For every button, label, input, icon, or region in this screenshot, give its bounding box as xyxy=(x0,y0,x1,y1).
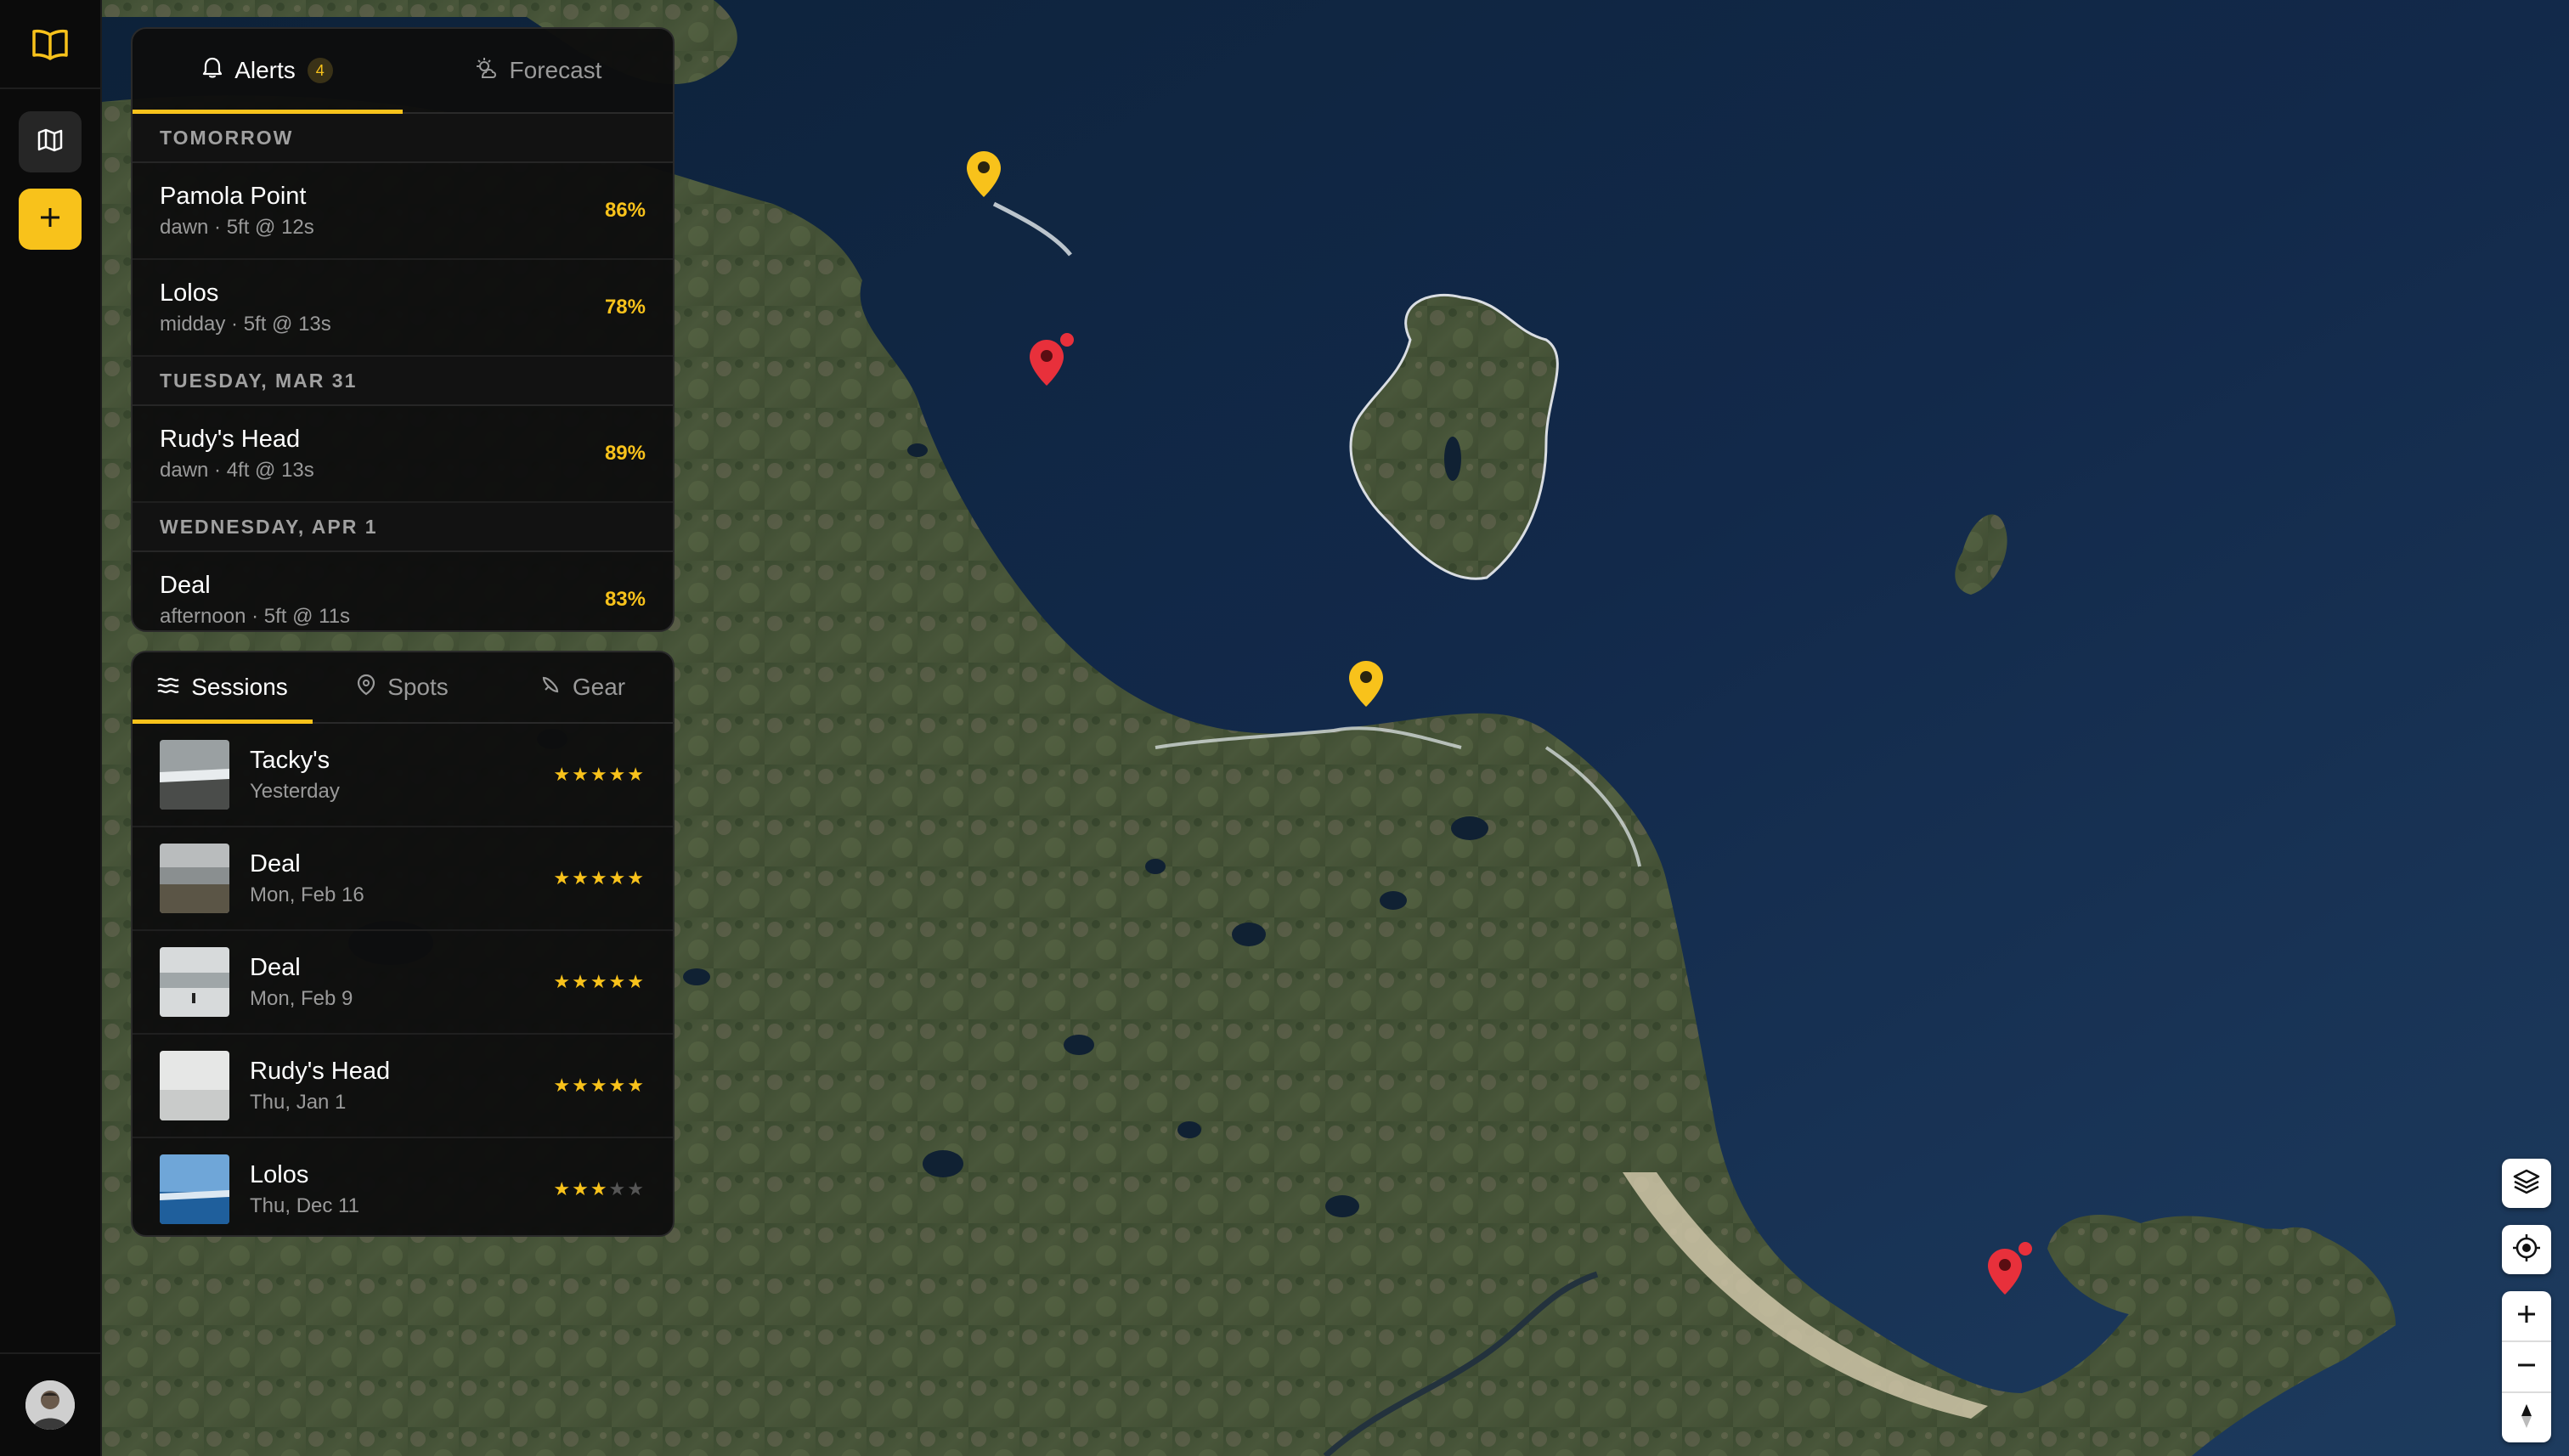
alert-spot-name: Deal xyxy=(160,571,211,599)
tab-alerts[interactable]: Alerts 4 xyxy=(133,29,403,114)
tab-forecast-label: Forecast xyxy=(509,57,602,83)
left-rail xyxy=(0,0,102,1456)
tab-gear-label: Gear xyxy=(572,674,626,700)
session-thumbnail xyxy=(160,1154,229,1224)
alert-spot-name: Rudy's Head xyxy=(160,425,301,453)
session-rating: ★★★★★ xyxy=(553,1178,646,1199)
surfboard-icon xyxy=(540,674,561,701)
alert-spot-name: Lolos xyxy=(160,279,219,307)
locate-icon xyxy=(2511,1233,2542,1267)
zoom-in-button[interactable] xyxy=(2502,1291,2551,1340)
spot-pin[interactable] xyxy=(965,150,1002,203)
session-rating: ★★★★★ xyxy=(553,867,646,889)
tab-gear[interactable]: Gear xyxy=(493,652,673,722)
alert-pin[interactable] xyxy=(1986,1242,2041,1301)
alert-row[interactable]: Pamola Point dawn · 5ft @ 12s 86% xyxy=(133,163,673,260)
tab-sessions-label: Sessions xyxy=(191,674,288,700)
session-spot-name: Deal xyxy=(250,953,301,981)
layers-button[interactable] xyxy=(2502,1159,2551,1208)
alert-row[interactable]: Lolos midday · 5ft @ 13s 78% xyxy=(133,260,673,357)
spot-pin[interactable] xyxy=(1347,659,1385,713)
session-spot-name: Tacky's xyxy=(250,746,330,774)
session-date: Mon, Feb 9 xyxy=(250,986,353,1010)
alert-conditions: afternoon · 5ft @ 11s xyxy=(160,604,351,628)
compass-icon xyxy=(2518,1402,2535,1434)
alert-match-percent: 83% xyxy=(604,588,646,611)
session-rating: ★★★★★ xyxy=(553,1075,646,1096)
session-thumbnail xyxy=(160,740,229,810)
session-date: Thu, Jan 1 xyxy=(250,1090,347,1114)
zoom-out-button[interactable] xyxy=(2502,1340,2551,1391)
alert-pin[interactable] xyxy=(1028,333,1082,392)
session-date: Mon, Feb 16 xyxy=(250,883,364,906)
alert-spot-name: Pamola Point xyxy=(160,182,307,210)
alert-conditions: dawn · 4ft @ 13s xyxy=(160,458,314,482)
alert-group-heading: TOMORROW xyxy=(133,114,673,163)
session-row[interactable]: Rudy's Head Thu, Jan 1 ★★★★★ xyxy=(133,1035,673,1138)
sun-cloud-icon xyxy=(474,57,498,85)
zoom-controls xyxy=(2502,1291,2551,1442)
session-thumbnail xyxy=(160,947,229,1017)
tab-sessions[interactable]: Sessions xyxy=(133,652,313,724)
layers-icon xyxy=(2512,1167,2541,1200)
session-thumbnail xyxy=(160,844,229,913)
session-spot-name: Deal xyxy=(250,849,301,878)
waves-icon xyxy=(157,674,179,701)
alert-conditions: midday · 5ft @ 13s xyxy=(160,312,331,336)
tab-alerts-label: Alerts xyxy=(234,57,296,83)
alert-group-heading: WEDNESDAY, APR 1 xyxy=(133,503,673,552)
alert-row[interactable]: Rudy's Head dawn · 4ft @ 13s 89% xyxy=(133,406,673,503)
map-icon xyxy=(37,128,63,156)
alerts-tabs: Alerts 4 Forecast xyxy=(133,29,673,114)
plus-icon xyxy=(38,206,62,234)
alert-group-heading: TUESDAY, MAR 31 xyxy=(133,357,673,406)
alert-match-percent: 78% xyxy=(604,296,646,319)
locate-button[interactable] xyxy=(2502,1225,2551,1274)
session-row[interactable]: Deal Mon, Feb 9 ★★★★★ xyxy=(133,931,673,1035)
session-rating: ★★★★★ xyxy=(553,764,646,785)
session-row[interactable]: Lolos Thu, Dec 11 ★★★★★ xyxy=(133,1138,673,1235)
map-button[interactable] xyxy=(19,111,82,172)
session-row[interactable]: Tacky's Yesterday ★★★★★ xyxy=(133,724,673,827)
session-date: Yesterday xyxy=(250,779,340,803)
alert-row[interactable]: Deal afternoon · 5ft @ 11s 83% xyxy=(133,552,673,630)
session-row[interactable]: Deal Mon, Feb 16 ★★★★★ xyxy=(133,827,673,931)
session-spot-name: Lolos xyxy=(250,1160,309,1188)
sessions-tabs: Sessions Spots Gear xyxy=(133,652,673,724)
plus-icon xyxy=(2515,1303,2538,1329)
session-spot-name: Rudy's Head xyxy=(250,1057,391,1085)
sessions-panel: Sessions Spots Gear Tacky's Yesterday ★★… xyxy=(131,651,675,1237)
book-icon[interactable] xyxy=(31,28,69,60)
tab-forecast[interactable]: Forecast xyxy=(403,29,673,112)
tab-spots[interactable]: Spots xyxy=(313,652,493,722)
pin-icon xyxy=(357,674,375,702)
alerts-panel: Alerts 4 Forecast TOMORROW Pamola Point … xyxy=(131,27,675,632)
alerts-count-badge: 4 xyxy=(307,58,333,83)
user-avatar[interactable] xyxy=(25,1380,75,1430)
alert-conditions: dawn · 5ft @ 12s xyxy=(160,215,314,239)
alert-match-percent: 86% xyxy=(604,199,646,222)
session-date: Thu, Dec 11 xyxy=(250,1194,359,1217)
tab-spots-label: Spots xyxy=(387,674,449,700)
minus-icon xyxy=(2515,1354,2538,1380)
session-rating: ★★★★★ xyxy=(553,971,646,992)
add-session-button[interactable] xyxy=(19,189,82,250)
alert-match-percent: 89% xyxy=(604,442,646,465)
bell-icon xyxy=(202,57,223,85)
session-thumbnail xyxy=(160,1051,229,1120)
compass-button[interactable] xyxy=(2502,1391,2551,1442)
